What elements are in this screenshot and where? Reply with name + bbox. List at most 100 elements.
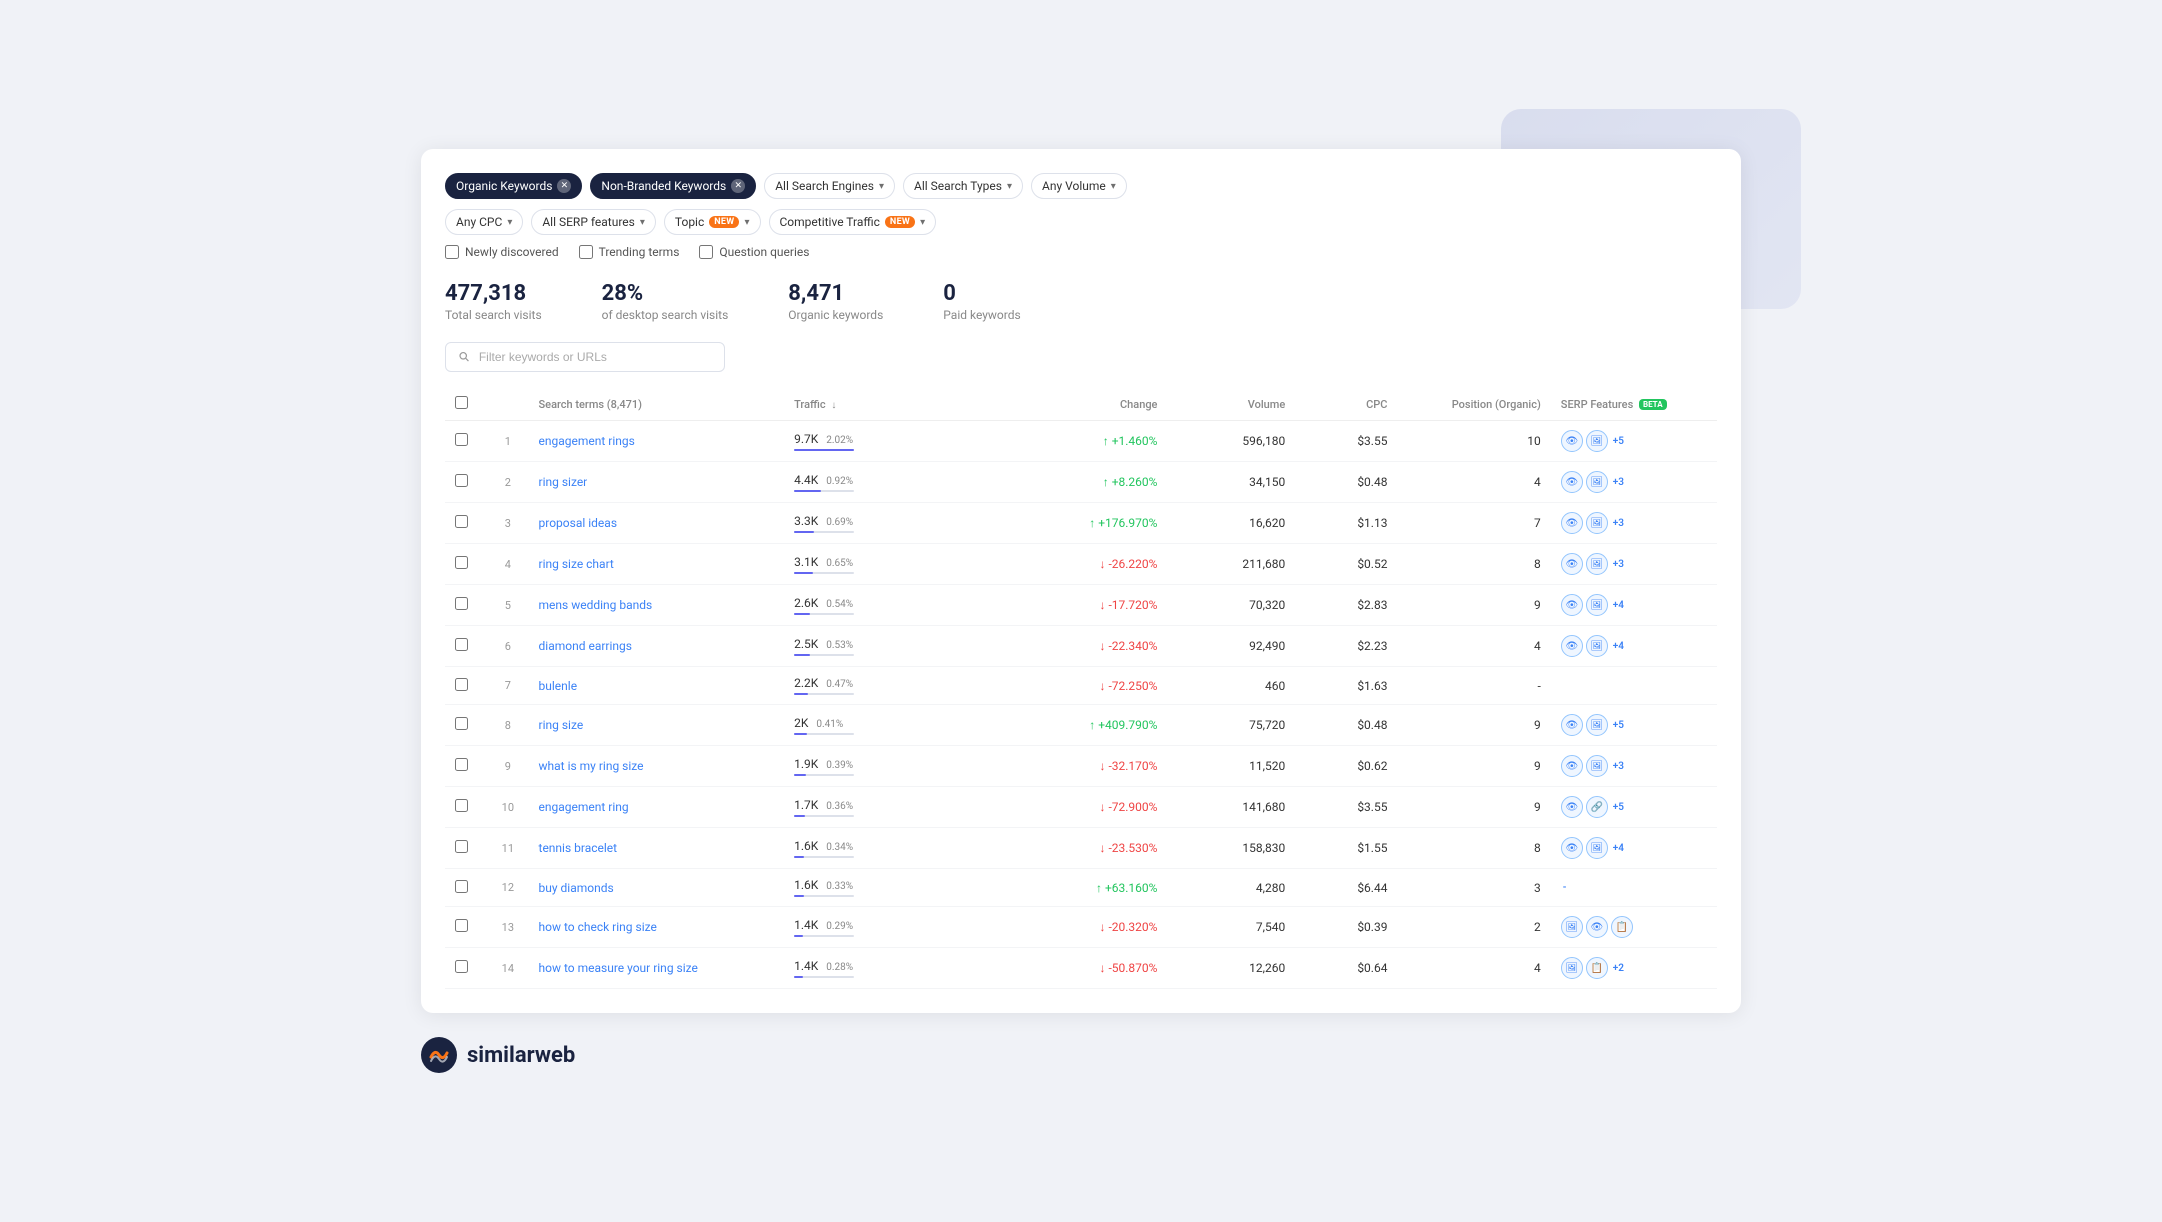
row-checkbox[interactable]: [455, 678, 468, 691]
keyword-link[interactable]: ring sizer: [539, 475, 588, 489]
row-keyword[interactable]: engagement ring: [529, 787, 785, 828]
keyword-link[interactable]: diamond earrings: [539, 639, 632, 653]
row-checkbox-cell[interactable]: [445, 828, 487, 869]
row-checkbox[interactable]: [455, 758, 468, 771]
row-checkbox[interactable]: [455, 597, 468, 610]
col-header-num: [487, 388, 528, 421]
row-cpc: $3.55: [1295, 421, 1397, 462]
traffic-bar: [794, 774, 854, 776]
row-checkbox-cell[interactable]: [445, 705, 487, 746]
filter-competitive-traffic[interactable]: Competitive Traffic NEW ▾: [769, 209, 937, 235]
keyword-link[interactable]: how to measure your ring size: [539, 961, 698, 975]
row-keyword[interactable]: proposal ideas: [529, 503, 785, 544]
keyword-link[interactable]: engagement rings: [539, 434, 635, 448]
filter-any-cpc[interactable]: Any CPC ▾: [445, 209, 523, 235]
row-checkbox[interactable]: [455, 515, 468, 528]
row-checkbox-cell[interactable]: [445, 746, 487, 787]
filter-non-branded[interactable]: Non-Branded Keywords ✕: [590, 173, 756, 199]
keyword-link[interactable]: engagement ring: [539, 800, 629, 814]
row-checkbox-cell[interactable]: [445, 948, 487, 989]
filter-topic[interactable]: Topic NEW ▾: [664, 209, 761, 235]
filter-row-2: Any CPC ▾ All SERP features ▾ Topic NEW …: [445, 209, 1717, 235]
row-checkbox[interactable]: [455, 556, 468, 569]
stat-label: Paid keywords: [943, 308, 1020, 322]
row-checkbox-cell[interactable]: [445, 462, 487, 503]
row-checkbox-cell[interactable]: [445, 907, 487, 948]
row-checkbox[interactable]: [455, 919, 468, 932]
row-keyword[interactable]: buy diamonds: [529, 869, 785, 907]
close-icon[interactable]: ✕: [557, 179, 571, 193]
row-cpc: $2.83: [1295, 585, 1397, 626]
select-all-checkbox[interactable]: [455, 396, 468, 409]
question-queries-checkbox[interactable]: [699, 245, 713, 259]
row-number: 7: [487, 667, 528, 705]
row-number: 1: [487, 421, 528, 462]
row-number: 14: [487, 948, 528, 989]
row-keyword[interactable]: engagement rings: [529, 421, 785, 462]
row-checkbox[interactable]: [455, 960, 468, 973]
image-icon: 🖼: [1586, 553, 1608, 575]
filter-organic-keywords[interactable]: Organic Keywords ✕: [445, 173, 582, 199]
row-keyword[interactable]: how to check ring size: [529, 907, 785, 948]
row-keyword[interactable]: tennis bracelet: [529, 828, 785, 869]
row-checkbox-cell[interactable]: [445, 585, 487, 626]
filter-all-serp[interactable]: All SERP features ▾: [531, 209, 656, 235]
keyword-link[interactable]: buy diamonds: [539, 881, 614, 895]
row-keyword[interactable]: what is my ring size: [529, 746, 785, 787]
row-checkbox[interactable]: [455, 880, 468, 893]
row-keyword[interactable]: diamond earrings: [529, 626, 785, 667]
checkbox-row: Newly discovered Trending terms Question…: [445, 245, 1717, 259]
checkbox-question-queries[interactable]: Question queries: [699, 245, 809, 259]
row-checkbox[interactable]: [455, 799, 468, 812]
checkbox-trending-terms[interactable]: Trending terms: [579, 245, 680, 259]
keyword-link[interactable]: what is my ring size: [539, 759, 644, 773]
filter-all-search-engines[interactable]: All Search Engines ▾: [764, 173, 895, 199]
row-checkbox-cell[interactable]: [445, 626, 487, 667]
row-checkbox[interactable]: [455, 474, 468, 487]
traffic-bar: [794, 490, 854, 492]
keyword-link[interactable]: ring size chart: [539, 557, 614, 571]
row-keyword[interactable]: ring size: [529, 705, 785, 746]
row-keyword[interactable]: how to measure your ring size: [529, 948, 785, 989]
row-checkbox-cell[interactable]: [445, 421, 487, 462]
keyword-link[interactable]: bulenle: [539, 679, 578, 693]
keyword-link[interactable]: mens wedding bands: [539, 598, 653, 612]
row-keyword[interactable]: ring sizer: [529, 462, 785, 503]
serp-features: 👁🖼+5: [1561, 430, 1707, 452]
row-keyword[interactable]: bulenle: [529, 667, 785, 705]
row-checkbox-cell[interactable]: [445, 787, 487, 828]
row-keyword[interactable]: ring size chart: [529, 544, 785, 585]
stat-organic-kw: 8,471 Organic keywords: [788, 281, 883, 322]
row-checkbox-cell[interactable]: [445, 869, 487, 907]
row-checkbox-cell[interactable]: [445, 503, 487, 544]
row-checkbox[interactable]: [455, 433, 468, 446]
col-header-volume[interactable]: Volume: [1167, 388, 1295, 421]
keyword-link[interactable]: ring size: [539, 718, 584, 732]
col-header-keyword[interactable]: Search terms (8,471): [529, 388, 785, 421]
col-header-position[interactable]: Position (Organic): [1397, 388, 1550, 421]
keyword-link[interactable]: how to check ring size: [539, 920, 657, 934]
keyword-link[interactable]: tennis bracelet: [539, 841, 618, 855]
row-volume: 4,280: [1167, 869, 1295, 907]
col-header-traffic[interactable]: Traffic ↓: [784, 388, 1014, 421]
col-header-change[interactable]: Change: [1014, 388, 1167, 421]
search-container[interactable]: [445, 342, 725, 372]
row-checkbox-cell[interactable]: [445, 667, 487, 705]
row-checkbox[interactable]: [455, 638, 468, 651]
row-keyword[interactable]: mens wedding bands: [529, 585, 785, 626]
filter-all-search-types[interactable]: All Search Types ▾: [903, 173, 1023, 199]
keyword-link[interactable]: proposal ideas: [539, 516, 618, 530]
table-row: 8 ring size 2K 0.41% ↑ +409.790% 75,720 …: [445, 705, 1717, 746]
row-checkbox[interactable]: [455, 717, 468, 730]
newly-discovered-checkbox[interactable]: [445, 245, 459, 259]
filter-any-volume[interactable]: Any Volume ▾: [1031, 173, 1127, 199]
col-header-cpc[interactable]: CPC: [1295, 388, 1397, 421]
close-icon[interactable]: ✕: [731, 179, 745, 193]
checkbox-newly-discovered[interactable]: Newly discovered: [445, 245, 559, 259]
row-checkbox[interactable]: [455, 840, 468, 853]
search-input[interactable]: [479, 350, 712, 364]
row-checkbox-cell[interactable]: [445, 544, 487, 585]
trending-terms-checkbox[interactable]: [579, 245, 593, 259]
row-change: ↓ -23.530%: [1014, 828, 1167, 869]
col-header-serp[interactable]: SERP Features BETA: [1551, 388, 1717, 421]
